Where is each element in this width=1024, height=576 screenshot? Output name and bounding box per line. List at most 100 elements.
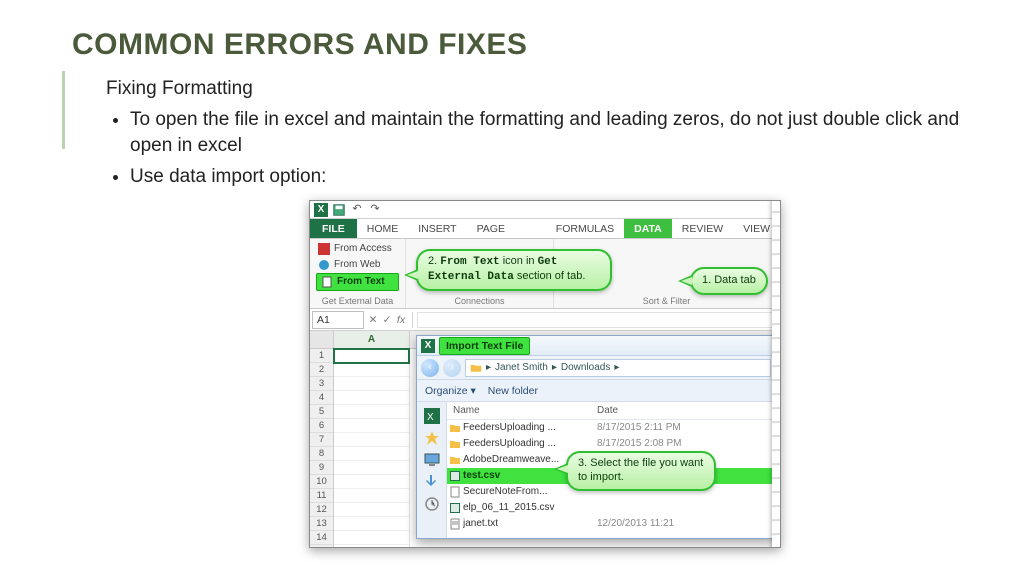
cell[interactable] — [334, 475, 409, 489]
cell[interactable] — [334, 433, 409, 447]
from-web-label: From Web — [334, 258, 381, 272]
cell[interactable] — [334, 391, 409, 405]
file-name: janet.txt — [463, 517, 597, 531]
cell[interactable] — [334, 447, 409, 461]
back-button[interactable]: ‹ — [421, 359, 439, 377]
enter-formula-icon[interactable]: ✓ — [380, 313, 394, 328]
tab-page-layout[interactable]: PAGE LAYOUT — [467, 219, 546, 238]
cell[interactable] — [334, 461, 409, 475]
excel-file-icon[interactable]: X — [424, 408, 440, 424]
cancel-formula-icon[interactable]: ✕ — [366, 313, 380, 328]
slide-subhead: Fixing Formatting — [106, 76, 984, 103]
excel-titlebar: X ↶ ↷ — [310, 201, 780, 219]
select-all-corner[interactable] — [310, 331, 334, 348]
favorites-icon[interactable] — [424, 430, 440, 446]
cell[interactable] — [334, 419, 409, 433]
organize-button[interactable]: Organize ▾ — [425, 384, 476, 399]
file-row[interactable]: FeedersUploading ...8/17/2015 2:11 PM — [447, 420, 775, 436]
file-row[interactable]: FeedersUploading ...8/17/2015 2:08 PM — [447, 436, 775, 452]
dialog-toolbar: Organize ▾ New folder — [417, 380, 775, 402]
tab-file[interactable]: FILE — [310, 219, 357, 238]
bullet-item: To open the file in excel and maintain t… — [130, 107, 984, 160]
cell[interactable] — [334, 363, 409, 377]
callout-from-text: 2. From Text icon in Get External Data s… — [416, 249, 612, 291]
row-header[interactable]: 3 — [310, 377, 333, 391]
csv-icon — [447, 470, 463, 482]
csv-icon — [447, 502, 463, 514]
file-row[interactable]: elp_06_11_2015.csv — [447, 500, 775, 516]
col-name[interactable]: Name — [447, 404, 597, 418]
cell[interactable] — [334, 377, 409, 391]
file-row[interactable]: janet.txt12/20/2013 11:21 — [447, 516, 775, 532]
svg-text:X: X — [427, 412, 434, 423]
breadcrumb-item[interactable]: Janet Smith — [495, 361, 548, 375]
group-label: Sort & Filter — [554, 295, 779, 308]
row-header[interactable]: 4 — [310, 391, 333, 405]
breadcrumb-item[interactable]: Downloads — [561, 361, 610, 375]
dialog-sidebar: X — [417, 402, 447, 538]
file-date: 8/17/2015 2:11 PM — [597, 421, 681, 435]
tab-data[interactable]: DATA — [624, 219, 672, 238]
from-text-label: From Text — [337, 275, 385, 289]
callout-select-file: 3. Select the file you want to import. — [566, 451, 716, 491]
from-access-button[interactable]: From Access — [316, 241, 399, 257]
row-header[interactable]: 7 — [310, 433, 333, 447]
import-text-file-dialog: X Import Text File ‹ › ▸ Janet Smith ▸ D… — [416, 335, 776, 539]
folder-icon — [447, 422, 463, 434]
row-header[interactable]: 6 — [310, 419, 333, 433]
cell[interactable] — [334, 531, 409, 545]
fx-icon[interactable]: fx — [394, 313, 408, 328]
row-header[interactable]: 11 — [310, 489, 333, 503]
cell[interactable] — [334, 405, 409, 419]
forward-button[interactable]: › — [443, 359, 461, 377]
callout-text: 1. Data tab — [702, 274, 756, 286]
desktop-icon[interactable] — [424, 452, 440, 468]
cell[interactable] — [334, 503, 409, 517]
slide: COMMON ERRORS AND FIXES Fixing Formattin… — [0, 0, 1024, 576]
row-headers: 1 2 3 4 5 6 7 8 9 10 11 12 13 — [310, 349, 334, 547]
cell[interactable] — [334, 517, 409, 531]
accent-bar — [62, 71, 65, 149]
row-header[interactable]: 9 — [310, 461, 333, 475]
tab-home[interactable]: HOME — [357, 219, 409, 238]
row-header[interactable]: 5 — [310, 405, 333, 419]
new-folder-button[interactable]: New folder — [488, 384, 538, 399]
excel-logo-icon: X — [421, 339, 435, 353]
redo-icon[interactable]: ↷ — [368, 203, 382, 217]
file-name: FeedersUploading ... — [463, 421, 597, 435]
cell[interactable] — [334, 489, 409, 503]
row-header[interactable]: 12 — [310, 503, 333, 517]
row-header[interactable]: 2 — [310, 363, 333, 377]
row-header[interactable]: 1 — [310, 349, 333, 363]
save-icon[interactable] — [332, 203, 346, 217]
divider — [412, 312, 413, 328]
file-date: 12/20/2013 11:21 — [597, 517, 674, 531]
name-box[interactable]: A1 — [312, 311, 364, 330]
undo-icon[interactable]: ↶ — [350, 203, 364, 217]
file-date: 8/17/2015 2:08 PM — [597, 437, 682, 451]
downloads-icon[interactable] — [424, 474, 440, 490]
from-web-button[interactable]: From Web — [316, 257, 399, 273]
tab-review[interactable]: REVIEW — [672, 219, 733, 238]
row-header[interactable]: 14 — [310, 531, 333, 545]
callout-text: 3. Select the file you want to import. — [578, 457, 703, 483]
breadcrumb[interactable]: ▸ Janet Smith ▸ Downloads ▸ — [465, 359, 771, 377]
ribbon-tab-strip: FILE HOME INSERT PAGE LAYOUT FORMULAS DA… — [310, 219, 780, 239]
tab-insert[interactable]: INSERT — [408, 219, 466, 238]
row-header[interactable]: 13 — [310, 517, 333, 531]
row-header[interactable]: 8 — [310, 447, 333, 461]
from-text-button[interactable]: From Text — [316, 273, 399, 291]
formula-input[interactable] — [417, 312, 776, 328]
folder-icon — [447, 438, 463, 450]
folder-icon — [447, 454, 463, 466]
recent-icon[interactable] — [424, 496, 440, 512]
web-icon — [318, 259, 330, 271]
dialog-nav: ‹ › ▸ Janet Smith ▸ Downloads ▸ — [417, 356, 775, 380]
column-header-a[interactable]: A — [334, 331, 410, 348]
dialog-title: Import Text File — [439, 337, 530, 356]
row-header[interactable]: 10 — [310, 475, 333, 489]
group-label: Get External Data — [310, 295, 405, 308]
cell-a1[interactable] — [334, 349, 409, 363]
col-date[interactable]: Date — [597, 404, 775, 418]
tab-formulas[interactable]: FORMULAS — [546, 219, 624, 238]
